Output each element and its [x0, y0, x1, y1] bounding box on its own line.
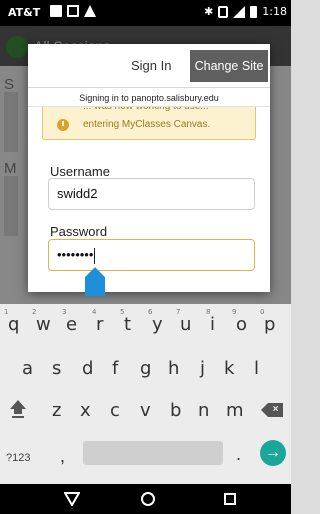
- key-d[interactable]: d: [82, 358, 93, 379]
- key-j[interactable]: j: [200, 358, 205, 379]
- change-site-button[interactable]: Change Site: [190, 50, 268, 82]
- key-hint: 9: [232, 308, 237, 316]
- shift-icon[interactable]: [10, 400, 26, 418]
- key-u[interactable]: 7u: [176, 308, 191, 335]
- keyboard: 1q 2w 3e 4r 5t 6y 7u 8i 9o 0p a s d f g …: [0, 304, 291, 484]
- key-hint: 4: [92, 308, 97, 316]
- symbols-key[interactable]: ?123: [6, 452, 30, 464]
- username-field[interactable]: swidd2: [48, 178, 255, 210]
- key-hint: 0: [260, 308, 265, 316]
- status-bar: AT&T ✱ 1:18: [0, 0, 291, 26]
- password-field[interactable]: ••••••••: [48, 239, 255, 271]
- key-v[interactable]: v: [140, 400, 151, 421]
- home-icon[interactable]: [141, 492, 155, 506]
- battery-icon: [250, 5, 258, 18]
- password-value: ••••••••: [57, 247, 94, 262]
- carrier-label: AT&T: [8, 6, 41, 19]
- warning-icon: [84, 5, 96, 17]
- bluetooth-icon: ✱: [204, 5, 214, 18]
- status-icons: ✱ 1:18: [204, 5, 287, 18]
- dialog-header: Sign In Change Site: [28, 44, 270, 88]
- key-b[interactable]: b: [170, 400, 181, 421]
- key-k[interactable]: k: [224, 358, 234, 379]
- dialog-title: Sign In: [131, 58, 172, 73]
- text-caret: [94, 247, 96, 264]
- back-icon[interactable]: [64, 492, 80, 506]
- vibrate-icon: [218, 5, 229, 18]
- key-l[interactable]: l: [254, 358, 259, 379]
- recent-apps-icon[interactable]: [224, 493, 236, 505]
- space-key[interactable]: [83, 441, 223, 465]
- comma-key[interactable]: ,: [60, 446, 65, 467]
- backspace-icon[interactable]: ×: [261, 403, 283, 417]
- key-hint: 1: [4, 308, 9, 316]
- key-hint: 6: [148, 308, 153, 316]
- key-i[interactable]: 8i: [206, 308, 215, 335]
- key-f[interactable]: f: [112, 358, 118, 379]
- key-hint: 3: [62, 308, 67, 316]
- sign-in-dialog: Sign In Change Site Signing in to panopt…: [28, 44, 270, 292]
- go-arrow-icon[interactable]: →: [260, 440, 286, 466]
- key-e[interactable]: 3e: [62, 308, 77, 335]
- key-hint: 5: [120, 308, 125, 316]
- key-c[interactable]: c: [110, 400, 120, 421]
- notification-icons: [50, 5, 96, 17]
- key-o[interactable]: 9o: [232, 308, 247, 335]
- alert-icon: [57, 119, 69, 131]
- navigation-bar: [0, 484, 291, 514]
- key-h[interactable]: h: [168, 358, 179, 379]
- key-x[interactable]: x: [80, 400, 91, 421]
- key-w[interactable]: 2w: [32, 308, 51, 335]
- key-r[interactable]: 4r: [92, 308, 103, 335]
- notice-text-line2: entering MyClasses Canvas.: [83, 119, 211, 130]
- key-g[interactable]: g: [140, 358, 151, 379]
- facebook-icon: [50, 5, 62, 17]
- period-key[interactable]: .: [236, 444, 241, 465]
- key-hint: 7: [176, 308, 181, 316]
- screenshot-icon: [67, 5, 79, 17]
- key-q[interactable]: 1q: [4, 308, 19, 335]
- password-label: Password: [50, 224, 108, 239]
- signing-in-to-label: Signing in to panopto.salisbury.edu: [28, 89, 270, 107]
- signal-icon: [233, 5, 246, 18]
- key-m[interactable]: m: [226, 400, 244, 421]
- key-a[interactable]: a: [22, 358, 33, 379]
- key-y[interactable]: 6y: [148, 308, 163, 335]
- username-label: Username: [50, 164, 110, 179]
- status-time: 1:18: [262, 5, 287, 18]
- text-cursor-handle[interactable]: [85, 267, 105, 296]
- key-t[interactable]: 5t: [120, 308, 131, 335]
- key-hint: 8: [206, 308, 211, 316]
- key-s[interactable]: s: [52, 358, 61, 379]
- key-z[interactable]: z: [52, 400, 61, 421]
- key-hint: 2: [32, 308, 37, 316]
- key-n[interactable]: n: [198, 400, 209, 421]
- key-p[interactable]: 0p: [260, 308, 275, 335]
